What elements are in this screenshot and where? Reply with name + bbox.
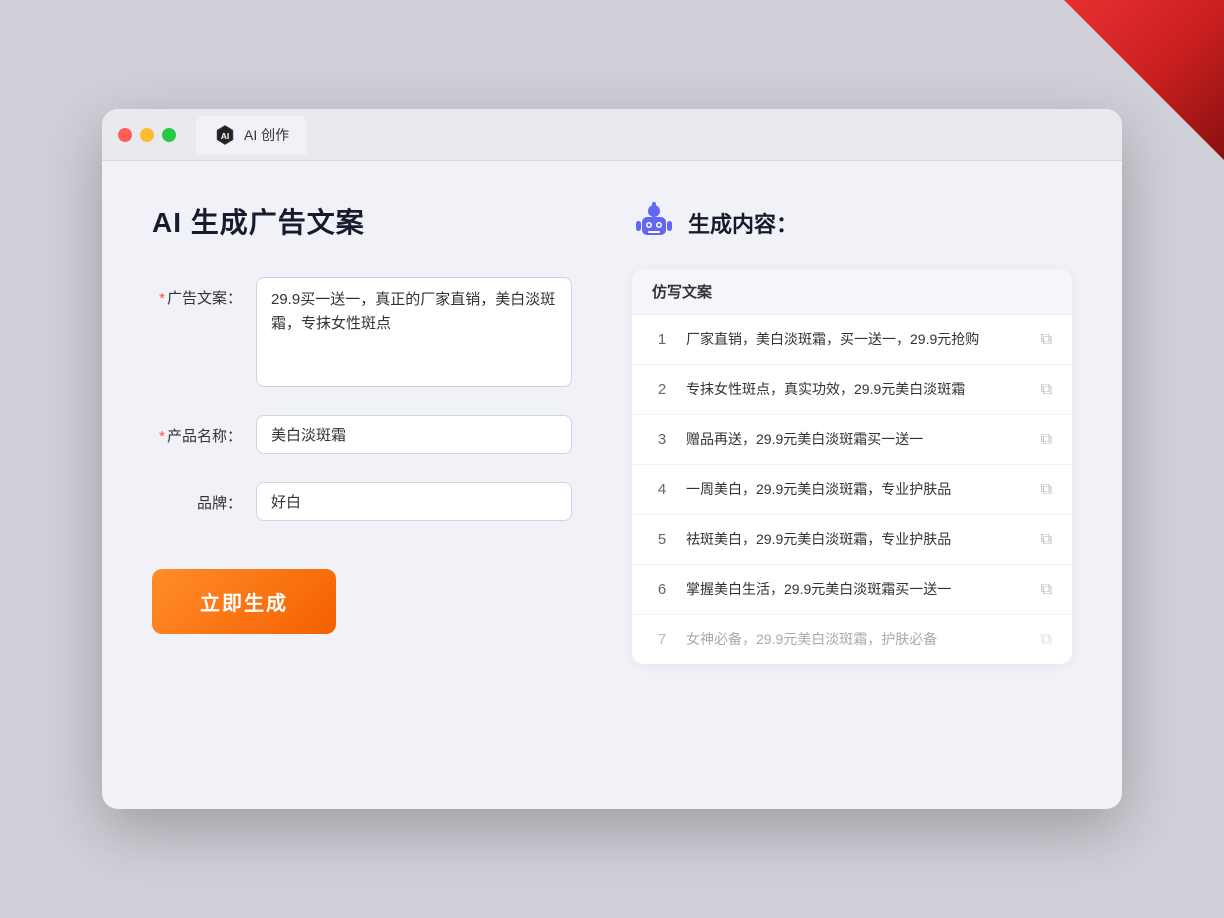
copy-icon-1[interactable]: ⧉: [1041, 331, 1052, 349]
table-row: 7 女神必备，29.9元美白淡斑霜，护肤必备 ⧉: [632, 615, 1072, 664]
brand-label: 品牌：: [152, 482, 242, 513]
product-name-label: *产品名称：: [152, 415, 242, 446]
row-number-2: 2: [652, 381, 672, 398]
copy-icon-2[interactable]: ⧉: [1041, 381, 1052, 399]
tab-label: AI 创作: [244, 125, 289, 145]
copy-icon-3[interactable]: ⧉: [1041, 431, 1052, 449]
traffic-lights: [118, 128, 176, 142]
product-name-input[interactable]: [256, 415, 572, 454]
left-panel: AI 生成广告文案 *广告文案： 29.9买一送一，真正的厂家直销，美白淡斑霜，…: [152, 201, 572, 769]
result-header: 生成内容：: [632, 201, 1072, 245]
ai-tab-icon: AI: [214, 124, 236, 146]
row-number-7: 7: [652, 631, 672, 648]
required-star-1: *: [159, 290, 165, 307]
row-number-3: 3: [652, 431, 672, 448]
svg-text:AI: AI: [221, 130, 230, 140]
row-text-2: 专抹女性斑点，真实功效，29.9元美白淡斑霜: [686, 379, 1027, 400]
ad-copy-input[interactable]: 29.9买一送一，真正的厂家直销，美白淡斑霜，专抹女性斑点: [256, 277, 572, 387]
row-number-6: 6: [652, 581, 672, 598]
result-table: 仿写文案 1 厂家直销，美白淡斑霜，买一送一，29.9元抢购 ⧉ 2 专抹女性斑…: [632, 269, 1072, 664]
row-text-4: 一周美白，29.9元美白淡斑霜，专业护肤品: [686, 479, 1027, 500]
table-row: 3 赠品再送，29.9元美白淡斑霜买一送一 ⧉: [632, 415, 1072, 465]
ai-creation-tab[interactable]: AI AI 创作: [196, 116, 307, 154]
right-panel: 生成内容： 仿写文案 1 厂家直销，美白淡斑霜，买一送一，29.9元抢购 ⧉ 2…: [632, 201, 1072, 769]
browser-window: AI AI 创作 AI 生成广告文案 *广告文案： 29.9买一送一，真正的厂家…: [102, 109, 1122, 809]
close-button[interactable]: [118, 128, 132, 142]
table-row: 1 厂家直销，美白淡斑霜，买一送一，29.9元抢购 ⧉: [632, 315, 1072, 365]
copy-icon-7[interactable]: ⧉: [1041, 631, 1052, 649]
copy-icon-5[interactable]: ⧉: [1041, 531, 1052, 549]
result-title: 生成内容：: [688, 207, 798, 239]
row-number-4: 4: [652, 481, 672, 498]
table-header: 仿写文案: [632, 269, 1072, 315]
row-number-1: 1: [652, 331, 672, 348]
main-content: AI 生成广告文案 *广告文案： 29.9买一送一，真正的厂家直销，美白淡斑霜，…: [102, 161, 1122, 809]
page-title: AI 生成广告文案: [152, 201, 572, 241]
generate-button[interactable]: 立即生成: [152, 569, 336, 634]
table-row: 5 祛斑美白，29.9元美白淡斑霜，专业护肤品 ⧉: [632, 515, 1072, 565]
ad-copy-label: *广告文案：: [152, 277, 242, 308]
copy-icon-4[interactable]: ⧉: [1041, 481, 1052, 499]
row-number-5: 5: [652, 531, 672, 548]
ad-copy-group: *广告文案： 29.9买一送一，真正的厂家直销，美白淡斑霜，专抹女性斑点: [152, 277, 572, 387]
row-text-5: 祛斑美白，29.9元美白淡斑霜，专业护肤品: [686, 529, 1027, 550]
table-row: 6 掌握美白生活，29.9元美白淡斑霜买一送一 ⧉: [632, 565, 1072, 615]
table-row: 2 专抹女性斑点，真实功效，29.9元美白淡斑霜 ⧉: [632, 365, 1072, 415]
row-text-1: 厂家直销，美白淡斑霜，买一送一，29.9元抢购: [686, 329, 1027, 350]
required-star-2: *: [159, 428, 165, 445]
copy-icon-6[interactable]: ⧉: [1041, 581, 1052, 599]
product-name-group: *产品名称：: [152, 415, 572, 454]
title-bar: AI AI 创作: [102, 109, 1122, 161]
table-row: 4 一周美白，29.9元美白淡斑霜，专业护肤品 ⧉: [632, 465, 1072, 515]
brand-group: 品牌：: [152, 482, 572, 521]
maximize-button[interactable]: [162, 128, 176, 142]
brand-input[interactable]: [256, 482, 572, 521]
robot-icon: [632, 201, 676, 245]
row-text-3: 赠品再送，29.9元美白淡斑霜买一送一: [686, 429, 1027, 450]
minimize-button[interactable]: [140, 128, 154, 142]
row-text-6: 掌握美白生活，29.9元美白淡斑霜买一送一: [686, 579, 1027, 600]
row-text-7: 女神必备，29.9元美白淡斑霜，护肤必备: [686, 629, 1027, 650]
